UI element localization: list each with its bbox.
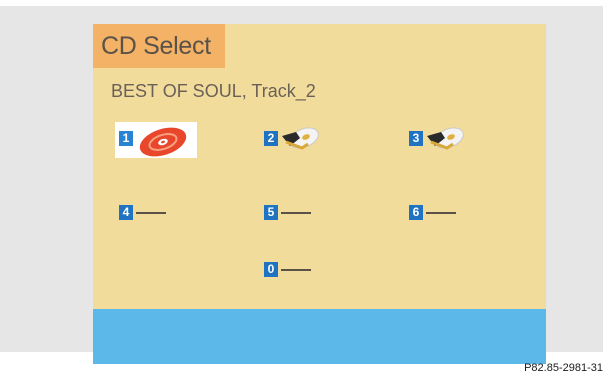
empty-slot-indicator [281, 269, 311, 271]
figure-caption: P82.85-2981-31 [524, 362, 603, 374]
slot-number: 4 [119, 205, 133, 220]
screen-title: CD Select [93, 24, 225, 68]
slot-number: 6 [409, 205, 423, 220]
cd-slot-3[interactable]: 3 [409, 127, 469, 154]
cd-select-screen: CD Select BEST OF SOUL, Track_2 1 2 3 4 … [93, 24, 546, 364]
cd-slot-5[interactable]: 5 [264, 202, 324, 228]
empty-slot-indicator [281, 212, 311, 214]
cd-slot-4[interactable]: 4 [119, 202, 179, 228]
cd-slot-1[interactable]: 1 [115, 122, 199, 158]
cd-slot-2[interactable]: 2 [264, 127, 324, 154]
cd-slot-0[interactable]: 0 [264, 259, 324, 285]
cd-slot-6[interactable]: 6 [409, 202, 469, 228]
empty-slot-indicator [426, 212, 456, 214]
slot-number: 5 [264, 205, 278, 220]
cd-loaded-icon [427, 127, 464, 150]
now-playing-label: BEST OF SOUL, Track_2 [111, 81, 316, 101]
status-bar [93, 309, 546, 364]
slot-number: 1 [119, 131, 133, 146]
empty-slot-indicator [136, 212, 166, 214]
slot-number: 0 [264, 262, 278, 277]
cd-loaded-icon [282, 127, 319, 150]
cd-disc-icon [139, 127, 187, 157]
